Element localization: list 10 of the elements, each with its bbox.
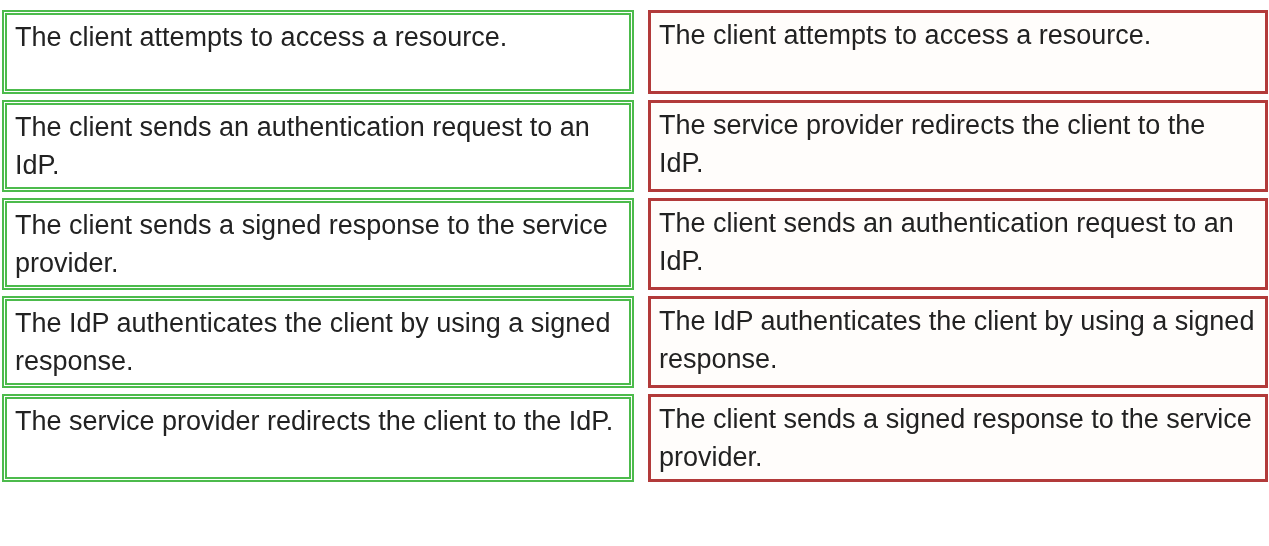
- answer-slot[interactable]: The client sends a signed response to the service provider.: [648, 394, 1268, 482]
- answer-slot[interactable]: The client attempts to access a resource.: [648, 10, 1268, 94]
- draggable-step[interactable]: The client sends an authentication request to an IdP.: [2, 100, 634, 192]
- answer-slot[interactable]: The IdP authenticates the client by using a signed response.: [648, 296, 1268, 388]
- draggable-step[interactable]: The client attempts to access a resource.: [2, 10, 634, 94]
- draggable-step[interactable]: The client sends a signed response to the service provider.: [2, 198, 634, 290]
- draggable-step[interactable]: The service provider redirects the client to the IdP.: [2, 394, 634, 482]
- draggable-step[interactable]: The IdP authenticates the client by using a signed response.: [2, 296, 634, 388]
- answer-slot[interactable]: The service provider redirects the client to the IdP.: [648, 100, 1268, 192]
- answer-slot[interactable]: The client sends an authentication request to an IdP.: [648, 198, 1268, 290]
